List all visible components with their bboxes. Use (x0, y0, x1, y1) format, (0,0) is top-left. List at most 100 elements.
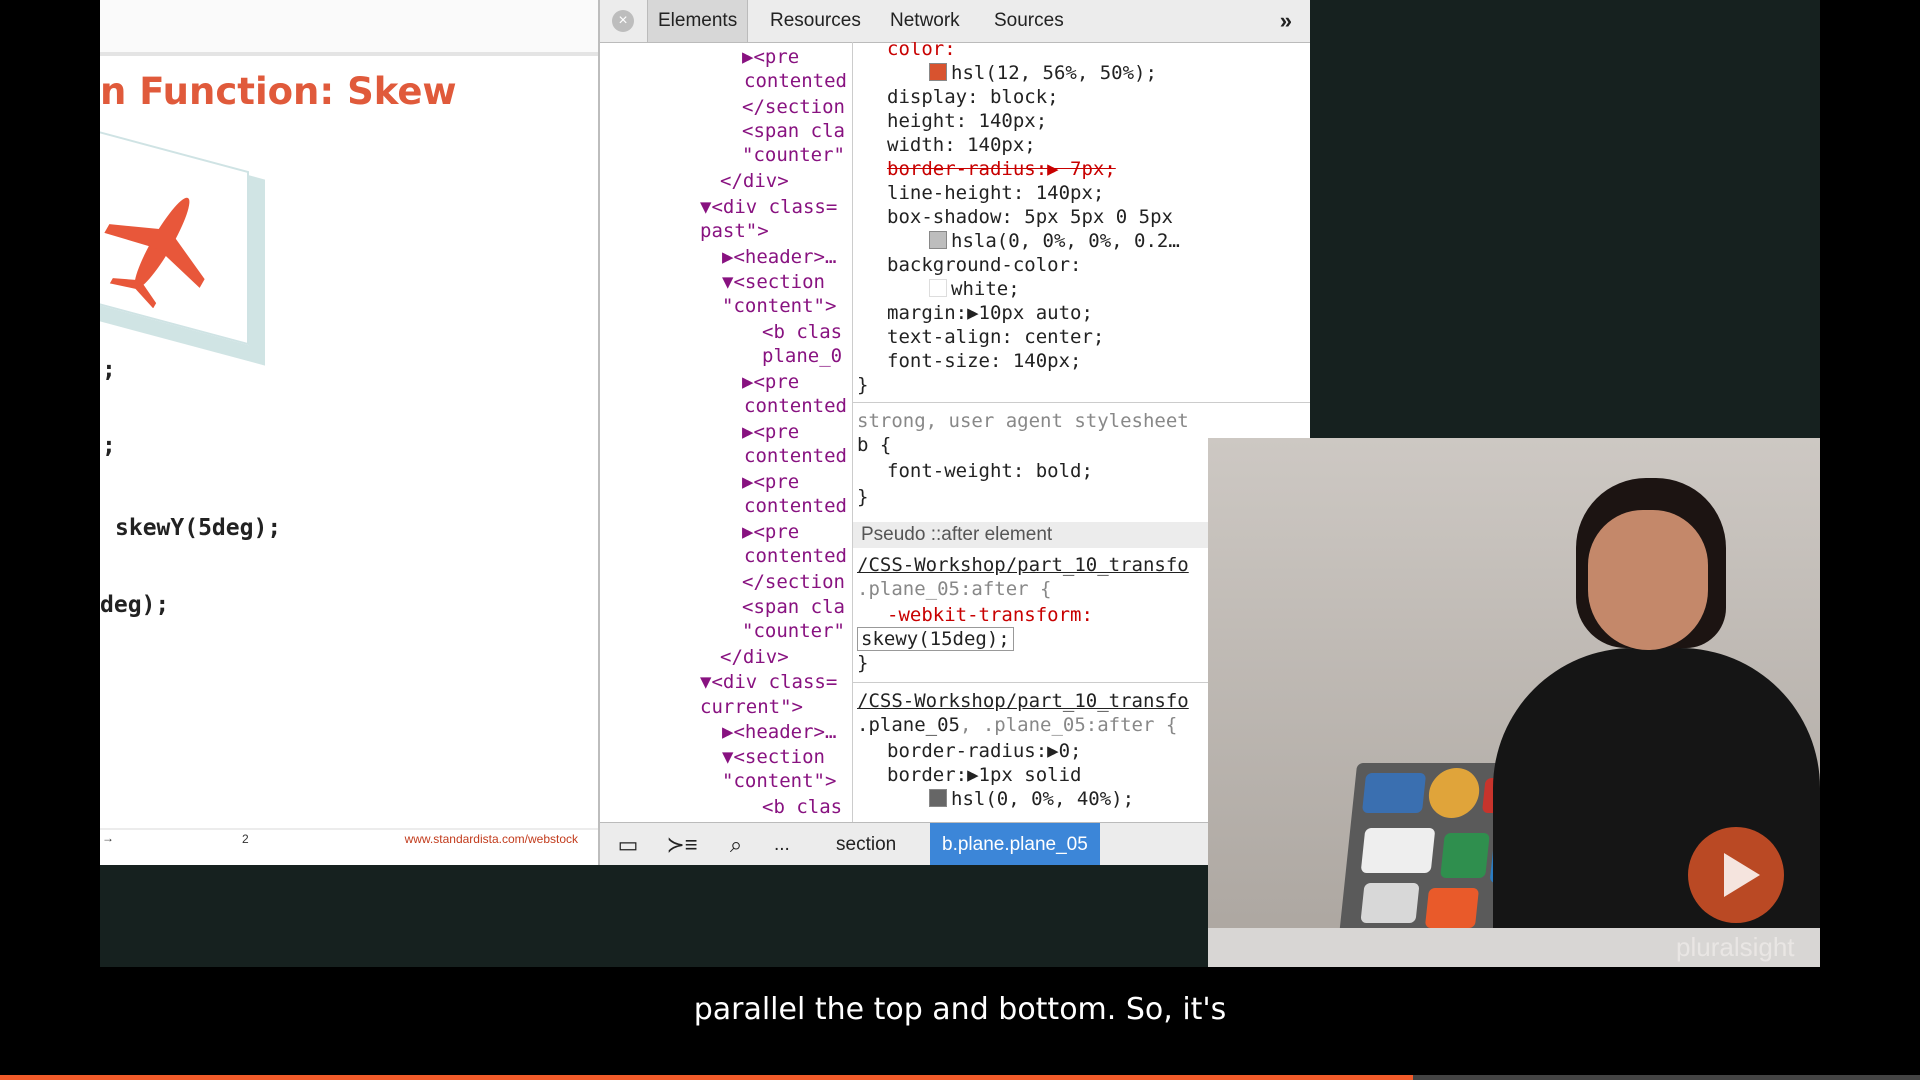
tab-elements[interactable]: Elements (647, 0, 749, 42)
play-icon[interactable] (1686, 825, 1786, 925)
devtools-panel: × Elements Resources Network Sources » ▶… (598, 0, 1310, 865)
style-value-editor[interactable]: skewy(15deg); (857, 627, 1014, 651)
rule-selector[interactable]: .plane_05 (857, 714, 960, 736)
close-icon[interactable]: × (612, 10, 634, 32)
style-declaration[interactable]: font-weight: bold; (887, 460, 1093, 482)
source-link[interactable]: /CSS-Workshop/part_10_transfo (857, 554, 1189, 576)
style-declaration[interactable]: background-color: (887, 254, 1081, 276)
dom-node[interactable]: ▶<pre (742, 46, 799, 68)
dom-node[interactable]: "content"> (722, 295, 836, 317)
rule-close-brace: } (857, 652, 869, 674)
color-swatch[interactable] (929, 63, 947, 81)
style-prop[interactable]: color: (887, 42, 956, 60)
dom-node[interactable]: ▶<pre (742, 521, 799, 543)
dom-node[interactable]: ▶<pre (742, 421, 799, 443)
dom-node[interactable]: contented (744, 545, 847, 567)
dom-node[interactable]: ▶<header>… (722, 246, 836, 268)
style-value[interactable]: hsl(12, 56%, 50%); (951, 62, 1157, 84)
style-declaration[interactable]: width: 140px; (887, 134, 1036, 156)
slide-panel: n Function: Skew ; ; skewY(5deg); deg); … (100, 0, 598, 865)
breadcrumb-section[interactable]: section (824, 823, 908, 865)
dock-icon[interactable]: ▭ (608, 823, 648, 865)
code-line: skewY(5deg); (115, 515, 282, 541)
code-line: ; (102, 433, 116, 459)
style-declaration[interactable]: box-shadow: 5px 5px 0 5px (887, 206, 1173, 228)
dom-node[interactable]: </div> (720, 646, 789, 668)
dom-node[interactable]: "counter" (742, 144, 845, 166)
dom-node[interactable]: plane_0 (762, 345, 842, 367)
style-declaration-overridden[interactable]: border-radius:▶ 7px; (887, 158, 1116, 180)
dom-node[interactable]: contented (744, 495, 847, 517)
code-line: ; (102, 357, 116, 383)
style-value[interactable]: hsl(0, 0%, 40%); (951, 788, 1134, 810)
style-value[interactable]: white; (951, 278, 1020, 300)
source-link[interactable]: /CSS-Workshop/part_10_transfo (857, 690, 1189, 712)
dom-node[interactable]: <b clas (762, 321, 842, 343)
style-declaration[interactable]: text-align: center; (887, 326, 1104, 348)
tab-sources[interactable]: Sources (984, 0, 1074, 42)
dom-node[interactable]: <span cla (742, 596, 845, 618)
style-declaration[interactable]: border-radius:▶0; (887, 740, 1081, 762)
breadcrumb-active[interactable]: b.plane.plane_05 (930, 823, 1100, 865)
dom-node[interactable]: <span cla (742, 120, 845, 142)
color-swatch[interactable] (929, 279, 947, 297)
slide-title: n Function: Skew (100, 70, 457, 113)
breadcrumb-ellipsis[interactable]: ... (762, 823, 802, 865)
code-line: deg); (100, 592, 170, 618)
subtitle-caption: parallel the top and bottom. So, it's (693, 992, 1227, 1027)
dom-node[interactable]: current"> (700, 696, 803, 718)
style-declaration[interactable]: margin:▶10px auto; (887, 302, 1093, 324)
dom-node[interactable]: contented (744, 395, 847, 417)
style-value[interactable]: hsla(0, 0%, 0%, 0.2… (951, 230, 1180, 252)
dom-node[interactable]: </section (742, 571, 845, 593)
rule-separator (853, 402, 1310, 403)
dom-node[interactable]: "counter" (742, 620, 845, 642)
search-icon[interactable]: ⌕ (716, 823, 756, 865)
dom-node[interactable]: contented (744, 70, 847, 92)
tab-network[interactable]: Network (880, 0, 970, 42)
style-declaration[interactable]: height: 140px; (887, 110, 1047, 132)
more-tabs-icon[interactable]: » (1280, 0, 1292, 42)
style-declaration[interactable]: font-size: 140px; (887, 350, 1081, 372)
dom-node[interactable]: ▼<div class= (700, 671, 837, 693)
slide-footer: → 2 www.standardista.com/webstock (100, 828, 598, 852)
color-swatch[interactable] (929, 231, 947, 249)
dom-node[interactable]: <b clas (762, 796, 842, 818)
ua-stylesheet-header: strong, user agent stylesheet (857, 410, 1189, 432)
console-icon[interactable]: ≻≡ (662, 823, 702, 865)
dom-node[interactable]: past"> (700, 220, 769, 242)
rule-close-brace: } (857, 374, 869, 396)
style-declaration[interactable]: line-height: 140px; (887, 182, 1104, 204)
slide-footer-url[interactable]: www.standardista.com/webstock (405, 832, 578, 846)
dom-node[interactable]: contented (744, 445, 847, 467)
dom-tree: ▶<pre contented </section <span cla "cou… (600, 42, 850, 822)
dom-node[interactable]: ▶<header>… (722, 721, 836, 743)
dom-node[interactable]: ▶<pre (742, 371, 799, 393)
dom-node[interactable]: </section (742, 96, 845, 118)
rule-close-brace: } (857, 486, 869, 508)
rule-selector[interactable]: .plane_05:after { (857, 578, 1051, 600)
rule-selector-secondary[interactable]: , .plane_05:after { (960, 714, 1177, 736)
rule-selector[interactable]: b { (857, 434, 891, 456)
style-prop[interactable]: -webkit-transform: (887, 604, 1093, 626)
airplane-icon (104, 197, 205, 308)
dom-node[interactable]: "content"> (722, 770, 836, 792)
progress-bar[interactable] (0, 1075, 1920, 1080)
style-declaration[interactable]: display: block; (887, 86, 1059, 108)
dom-node[interactable]: ▼<section (722, 746, 825, 768)
dom-node[interactable]: ▶<pre (742, 471, 799, 493)
devtools-tabbar: × Elements Resources Network Sources » (600, 0, 1310, 43)
slide-topbar (100, 0, 598, 56)
tab-resources[interactable]: Resources (760, 0, 871, 42)
slide-page-number: 2 (242, 832, 249, 846)
devtools-bottom-bar: ▭ ≻≡ ⌕ ... section b.plane.plane_05 ⚙ (600, 822, 1310, 865)
dom-node[interactable]: ▼<div class= (700, 196, 837, 218)
dom-node[interactable]: ▼<section (722, 271, 825, 293)
progress-fill (0, 1075, 1414, 1080)
slide-footer-arrow: → (102, 831, 114, 845)
color-swatch[interactable] (929, 789, 947, 807)
style-declaration[interactable]: border:▶1px solid (887, 764, 1081, 786)
video-frame: n Function: Skew ; ; skewY(5deg); deg); … (100, 0, 1820, 967)
dom-node[interactable]: </div> (720, 170, 789, 192)
presenter-face (1588, 510, 1708, 650)
